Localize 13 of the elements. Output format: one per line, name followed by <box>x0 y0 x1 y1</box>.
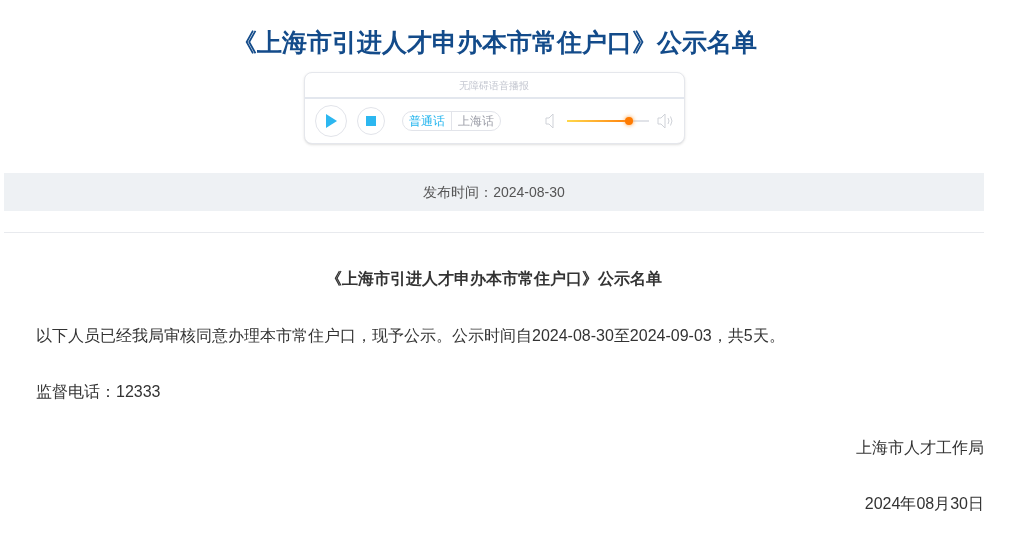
play-icon <box>324 114 337 128</box>
stop-icon <box>365 116 376 126</box>
volume-thumb[interactable] <box>624 117 633 125</box>
article-date: 2024年08月30日 <box>863 494 984 514</box>
article-heading: 《上海市引进人才申办本市常住户口》公示名单 <box>325 269 663 289</box>
publish-date: 发布时间：2024-08-30 <box>423 182 565 202</box>
language-tab[interactable]: 上海话 <box>450 112 500 130</box>
page-title: 《上海市引进人才申办本市常住户口》公示名单 <box>230 27 758 58</box>
language-tab[interactable]: 普通话 <box>402 112 451 130</box>
speaker-loud-icon <box>656 113 675 129</box>
signature: 上海市人才工作局 <box>855 438 984 458</box>
paragraph: 监督电话：12333 <box>35 382 162 402</box>
paragraph: 以下人员已经我局审核同意办理本市常住户口，现予公示。公示时间自2024-08-30至2024-09-03，共5天。 <box>35 326 786 346</box>
